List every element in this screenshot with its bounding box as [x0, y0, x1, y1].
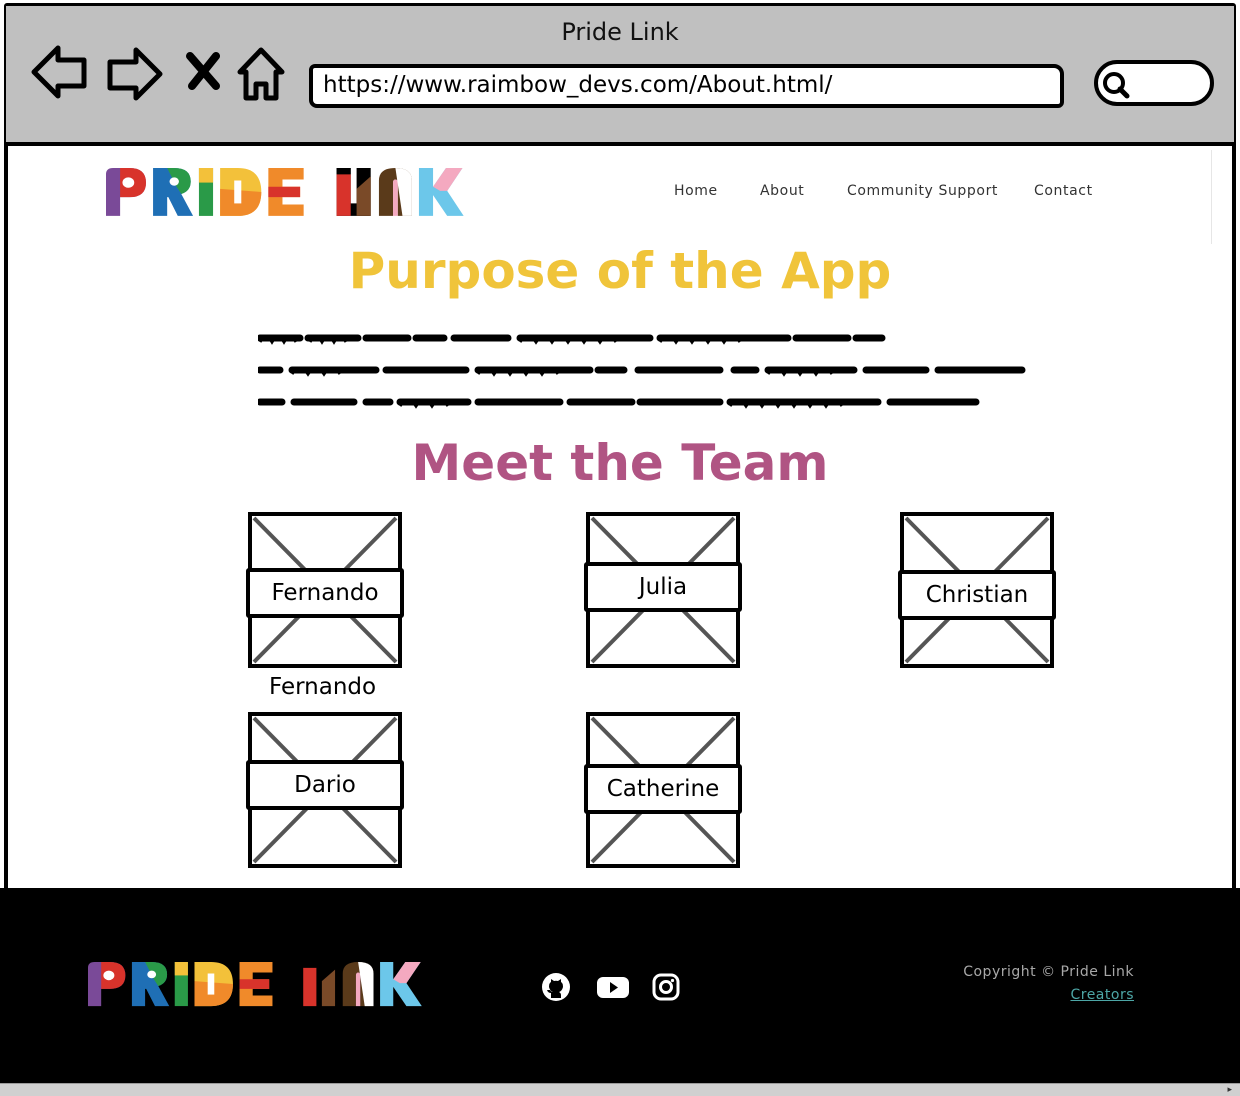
github-icon[interactable]: [541, 972, 571, 1002]
member-name-tag: Dario: [246, 760, 404, 810]
page-content: Home About Community Support Contact Pur…: [8, 150, 1232, 886]
nav-community-support[interactable]: Community Support: [847, 183, 998, 199]
member-name-tag: Christian: [898, 570, 1056, 620]
purpose-title: Purpose of the App: [348, 242, 892, 300]
member-name-tag: Julia: [584, 562, 742, 612]
close-x-icon[interactable]: [186, 52, 220, 90]
browser-search-field[interactable]: [1094, 60, 1214, 106]
window-title: Pride Link: [561, 18, 679, 46]
team-member-card[interactable]: Catherine: [584, 712, 742, 868]
home-icon[interactable]: [236, 46, 286, 102]
nav-home[interactable]: Home: [674, 183, 718, 199]
team-member-card[interactable]: Julia: [584, 512, 742, 668]
pride-link-logo[interactable]: [106, 168, 466, 218]
instagram-icon[interactable]: [651, 972, 681, 1002]
horizontal-scrollbar[interactable]: ▸: [0, 1083, 1240, 1096]
url-text: https://www.raimbow_devs.com/About.html/: [323, 72, 833, 98]
creators-link[interactable]: Creators: [1070, 987, 1134, 1003]
youtube-icon[interactable]: [596, 972, 630, 1002]
forward-arrow-icon[interactable]: [104, 46, 164, 102]
browser-toolbar: Pride Link https://www.raimbow_devs.com/…: [6, 6, 1234, 146]
back-arrow-icon[interactable]: [30, 44, 90, 100]
team-member-card[interactable]: Christian: [898, 512, 1056, 668]
nav-contact[interactable]: Contact: [1034, 183, 1093, 199]
scroll-right-arrow-icon[interactable]: ▸: [1227, 1085, 1232, 1095]
placeholder-text-scribble: [258, 334, 1026, 409]
team-member-card[interactable]: Dario: [246, 712, 404, 868]
member-caption: Fernando: [269, 674, 377, 700]
site-footer: Copyright © Pride Link Creators: [0, 888, 1240, 1083]
member-name-tag: Catherine: [584, 764, 742, 814]
nav-about[interactable]: About: [760, 183, 804, 199]
search-icon: [1103, 72, 1130, 99]
footer-pride-link-logo[interactable]: [88, 962, 424, 1008]
site-header: Home About Community Support Contact: [8, 150, 1212, 244]
team-title: Meet the Team: [411, 434, 829, 492]
member-name-tag: Fernando: [246, 568, 404, 618]
url-bar[interactable]: https://www.raimbow_devs.com/About.html/: [309, 64, 1064, 108]
team-member-card[interactable]: Fernando: [246, 512, 404, 668]
copyright-text: Copyright © Pride Link: [963, 964, 1134, 980]
